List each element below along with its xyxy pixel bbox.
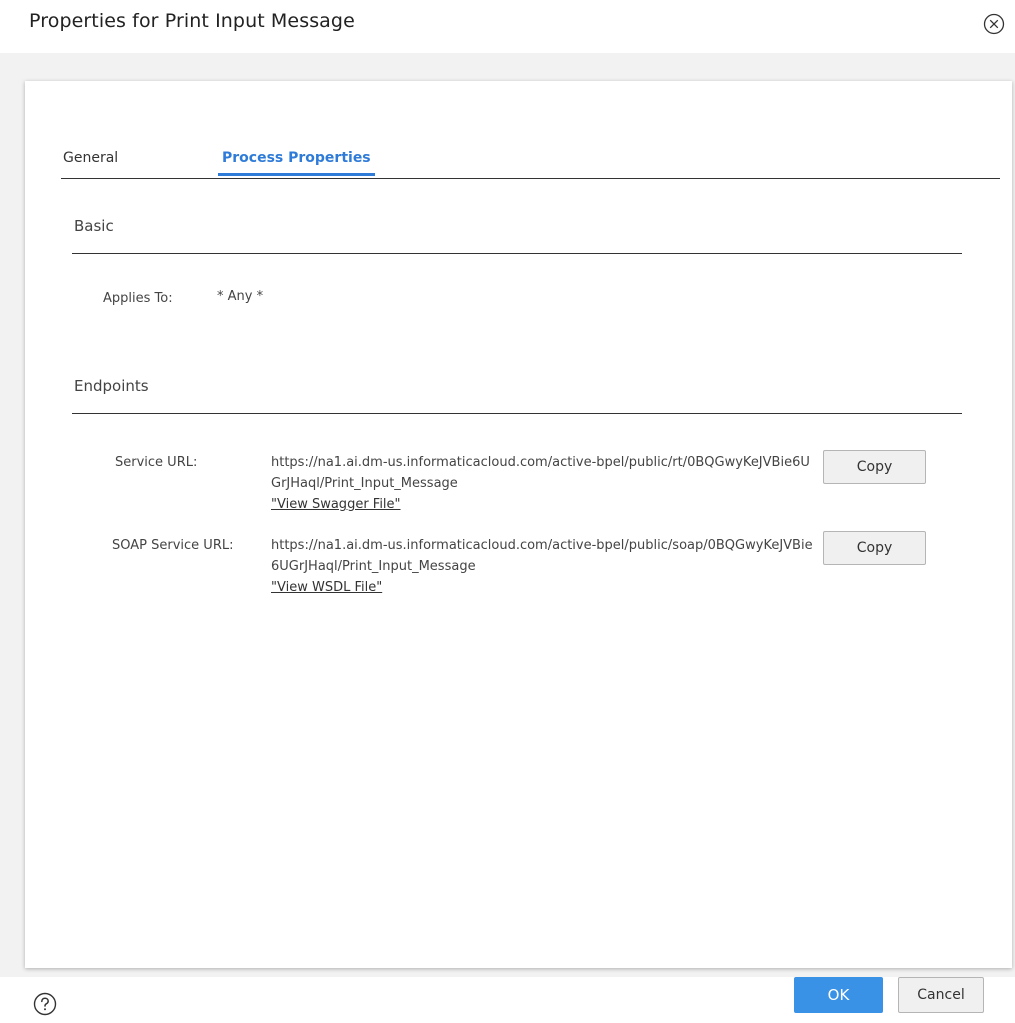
soap-service-url-value: https://na1.ai.dm-us.informaticacloud.co…: [271, 535, 819, 598]
ok-button[interactable]: OK: [794, 977, 883, 1013]
tab-general[interactable]: General: [63, 146, 118, 177]
copy-soap-service-url-button[interactable]: Copy: [823, 531, 926, 565]
basic-divider: [72, 253, 962, 254]
applies-to-value: * Any *: [217, 289, 264, 304]
soap-service-url-text: https://na1.ai.dm-us.informaticacloud.co…: [271, 538, 813, 574]
endpoints-section-title: Endpoints: [74, 377, 149, 395]
service-url-text: https://na1.ai.dm-us.informaticacloud.co…: [271, 455, 810, 491]
properties-panel: General Process Properties Basic Applies…: [25, 81, 1012, 968]
soap-service-url-label: SOAP Service URL:: [112, 538, 234, 553]
tab-process-properties[interactable]: Process Properties: [218, 146, 375, 176]
basic-section-title: Basic: [74, 217, 114, 235]
copy-service-url-button[interactable]: Copy: [823, 450, 926, 484]
help-icon[interactable]: [33, 992, 57, 1016]
view-swagger-file-link[interactable]: "View Swagger File": [271, 494, 819, 515]
dialog-title: Properties for Print Input Message: [29, 10, 355, 32]
service-url-label: Service URL:: [115, 455, 198, 470]
applies-to-label: Applies To:: [103, 291, 173, 306]
close-icon[interactable]: [983, 13, 1005, 35]
endpoints-divider: [72, 413, 962, 414]
service-url-value: https://na1.ai.dm-us.informaticacloud.co…: [271, 452, 819, 515]
cancel-button[interactable]: Cancel: [898, 977, 984, 1013]
dialog-footer: OK Cancel: [0, 977, 1015, 1023]
view-wsdl-file-link[interactable]: "View WSDL File": [271, 577, 819, 598]
tab-bar: General Process Properties: [61, 141, 1000, 179]
